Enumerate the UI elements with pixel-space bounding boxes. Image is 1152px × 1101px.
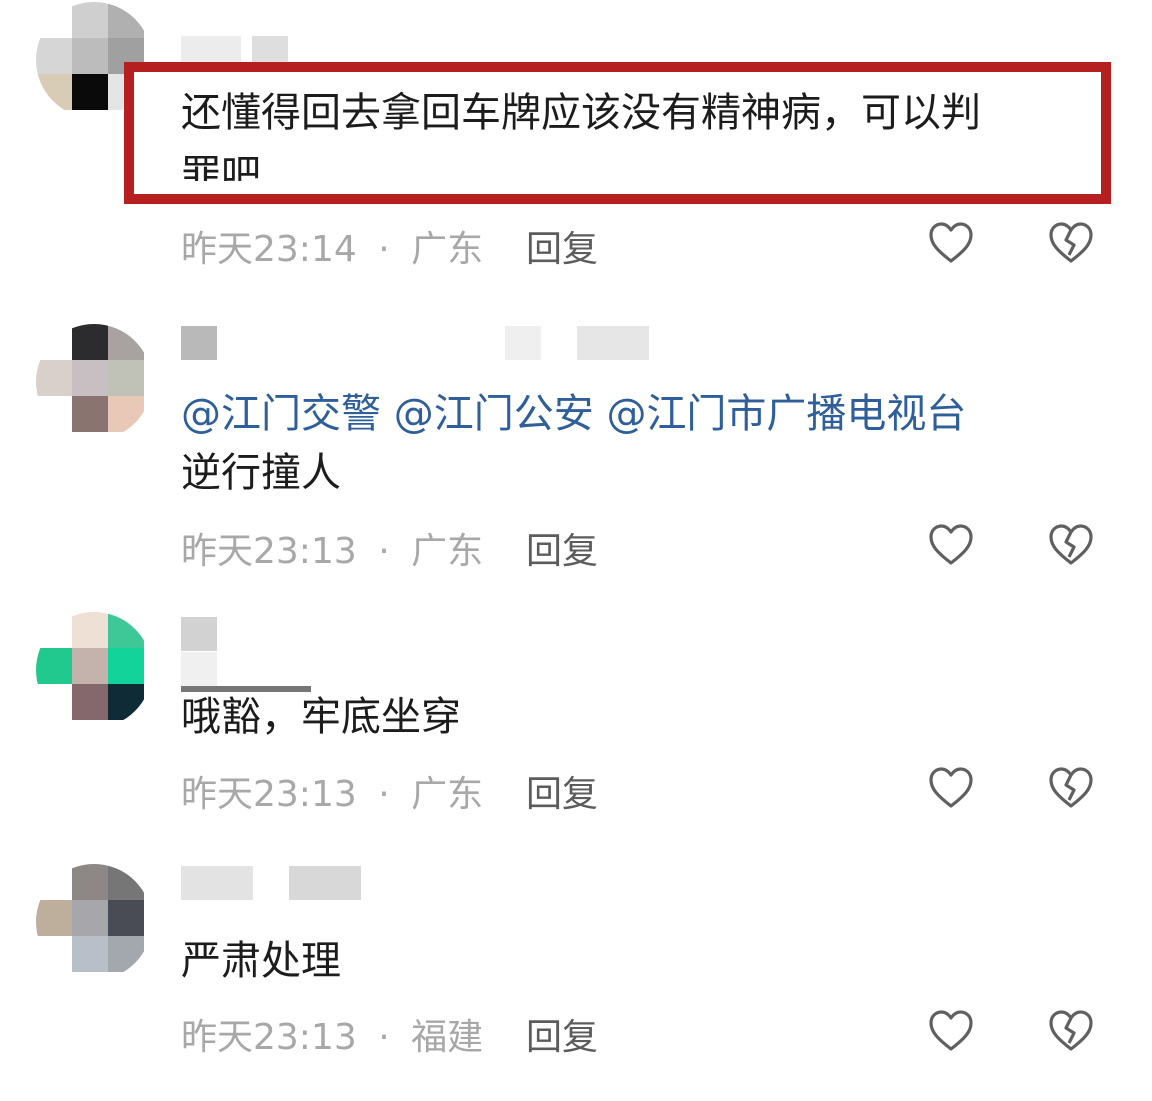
username-blurred-3 [577, 326, 649, 360]
like-heart-icon[interactable] [928, 221, 974, 265]
separator-dot: · [378, 1017, 390, 1058]
comment-time: 昨天23:13 [181, 774, 357, 815]
reply-button[interactable]: 回复 [526, 765, 598, 817]
username-blurred-2 [181, 652, 217, 686]
mention-link[interactable]: @江门交警 [181, 391, 381, 437]
separator-dot: · [378, 531, 390, 572]
username-blurred[interactable] [181, 617, 217, 651]
comment-meta: 昨天23:13 · 广东 [181, 522, 483, 574]
comment-time: 昨天23:13 [181, 1017, 357, 1058]
reply-button[interactable]: 回复 [526, 1008, 598, 1060]
username-blurred-2 [505, 326, 541, 360]
mention-link[interactable]: @江门公安 [394, 391, 594, 437]
comment-meta: 昨天23:14 · 广东 [181, 220, 483, 272]
dislike-broken-heart-icon[interactable] [1048, 1009, 1094, 1053]
reply-button[interactable]: 回复 [526, 522, 598, 574]
highlight-box-bottom-border [124, 194, 1111, 204]
comment-time: 昨天23:13 [181, 531, 357, 572]
comment-time: 昨天23:14 [181, 229, 357, 270]
avatar[interactable] [36, 864, 152, 980]
like-heart-icon[interactable] [928, 766, 974, 810]
username-blurred[interactable] [181, 326, 217, 360]
username-blurred-2 [289, 866, 361, 900]
comment-location: 福建 [411, 1017, 484, 1058]
like-heart-icon[interactable] [928, 523, 974, 567]
mention-link[interactable]: @江门市广播电视台 [606, 391, 966, 437]
comment-mentions: @江门交警 @江门公安 @江门市广播电视台 [181, 385, 966, 443]
separator-dot: · [378, 774, 390, 815]
comment-location: 广东 [411, 531, 484, 572]
reply-button[interactable]: 回复 [526, 220, 598, 272]
separator-dot: · [378, 229, 390, 270]
like-heart-icon[interactable] [928, 1009, 974, 1053]
comment-location: 广东 [411, 229, 484, 270]
avatar[interactable] [36, 612, 152, 728]
dislike-broken-heart-icon[interactable] [1048, 766, 1094, 810]
username-blurred[interactable] [181, 866, 253, 900]
comment-meta: 昨天23:13 · 福建 [181, 1008, 483, 1060]
comment-text: 严肃处理 [181, 938, 341, 984]
highlight-box-bottom-mask [141, 181, 1094, 193]
comment-meta: 昨天23:13 · 广东 [181, 765, 483, 817]
comment-text: 哦豁，牢底坐穿 [181, 694, 461, 740]
comment-location: 广东 [411, 774, 484, 815]
comment-text: 逆行撞人 [181, 450, 341, 496]
avatar[interactable] [36, 324, 152, 440]
dislike-broken-heart-icon[interactable] [1048, 221, 1094, 265]
dislike-broken-heart-icon[interactable] [1048, 523, 1094, 567]
comment-text-line-1: 还懂得回去拿回车牌应该没有精神病，可以判 [181, 90, 981, 136]
